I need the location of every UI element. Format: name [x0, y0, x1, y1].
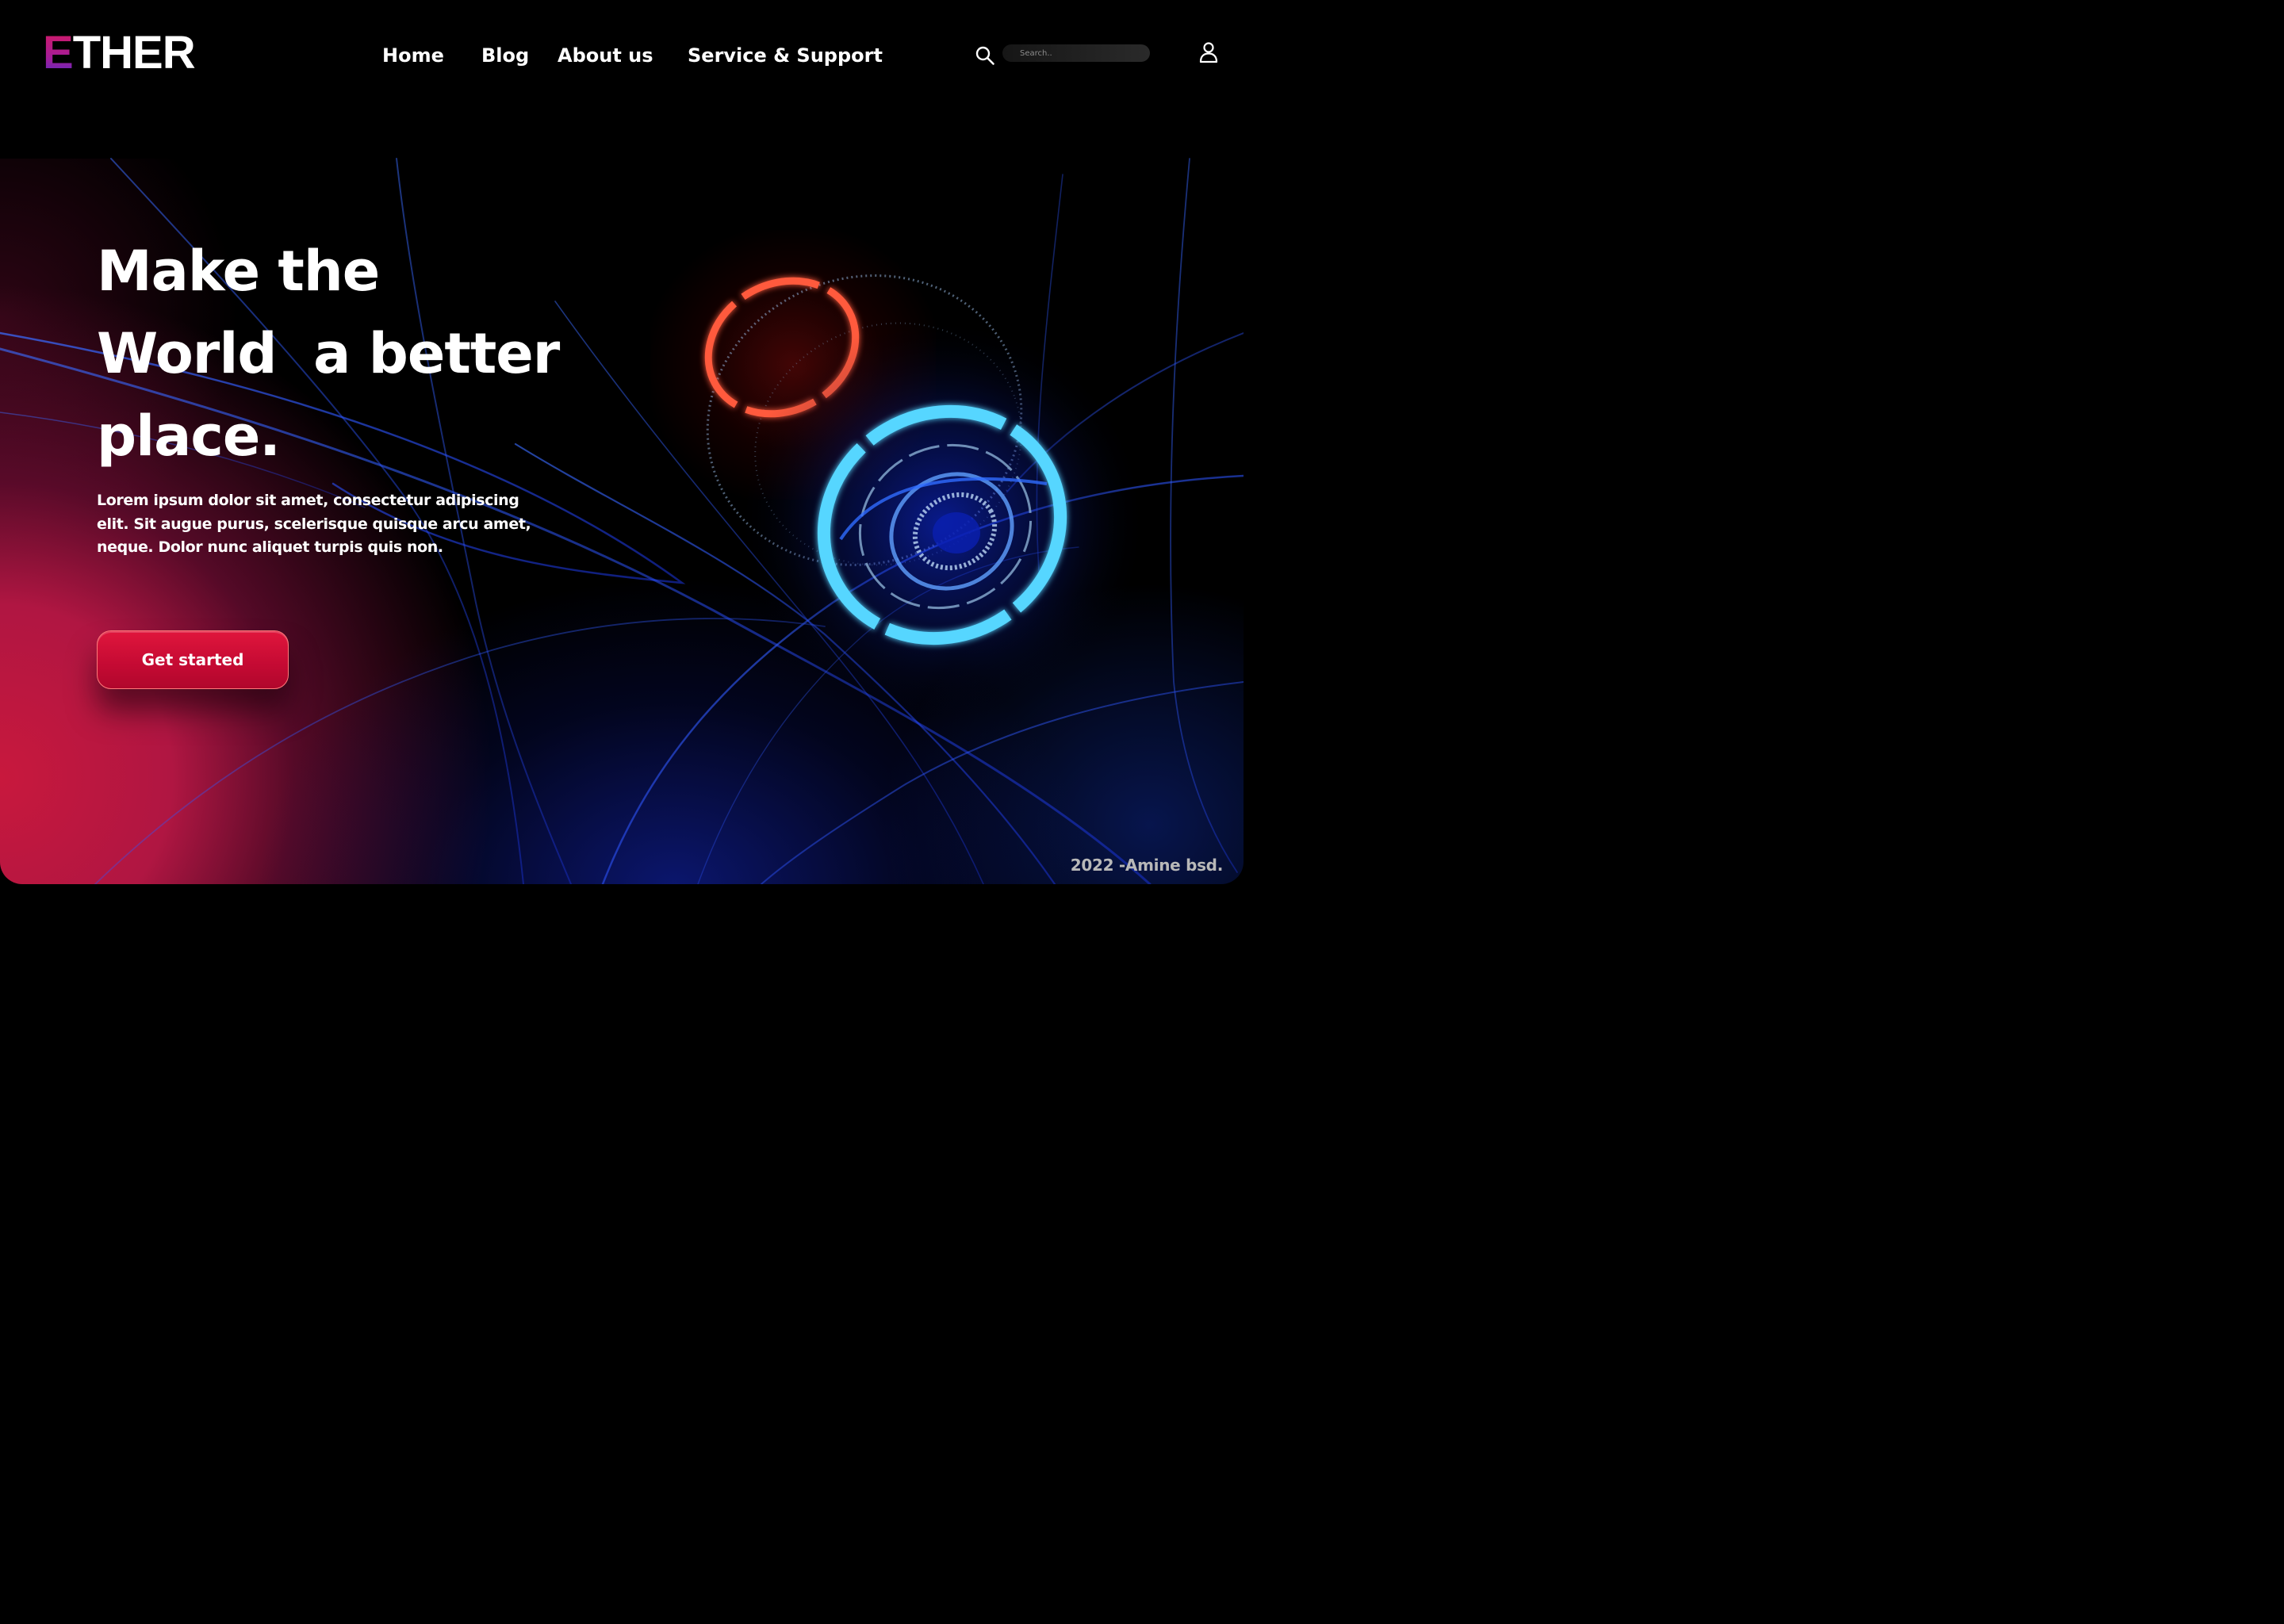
- search-icon[interactable]: [975, 45, 995, 66]
- footer-credit: 2022 -Amine bsd.: [1070, 856, 1224, 875]
- tech-rings-illustration: [704, 274, 1148, 714]
- ether-logo[interactable]: E THER: [43, 27, 196, 79]
- hero-title-line: place.: [97, 404, 281, 469]
- landing-page: E THER Home Blog About us Service & Suppo…: [0, 0, 1244, 884]
- nav-about-us[interactable]: About us: [558, 41, 653, 70]
- hero-title-line: Make the: [97, 239, 380, 304]
- user-icon[interactable]: [1198, 41, 1219, 63]
- nav-blog[interactable]: Blog: [481, 41, 529, 70]
- hero-title: Make the World a better place.: [97, 230, 588, 477]
- get-started-button[interactable]: Get started: [97, 630, 289, 689]
- nav-service-support[interactable]: Service & Support: [688, 41, 883, 70]
- logo-wordmark: THER: [72, 27, 196, 79]
- search-input[interactable]: [1002, 44, 1150, 62]
- hero-title-line: World a better: [97, 321, 560, 386]
- nav-home[interactable]: Home: [382, 41, 444, 70]
- logo-initial: E: [43, 27, 74, 79]
- hero-description: Lorem ipsum dolor sit amet, consectetur …: [97, 492, 531, 556]
